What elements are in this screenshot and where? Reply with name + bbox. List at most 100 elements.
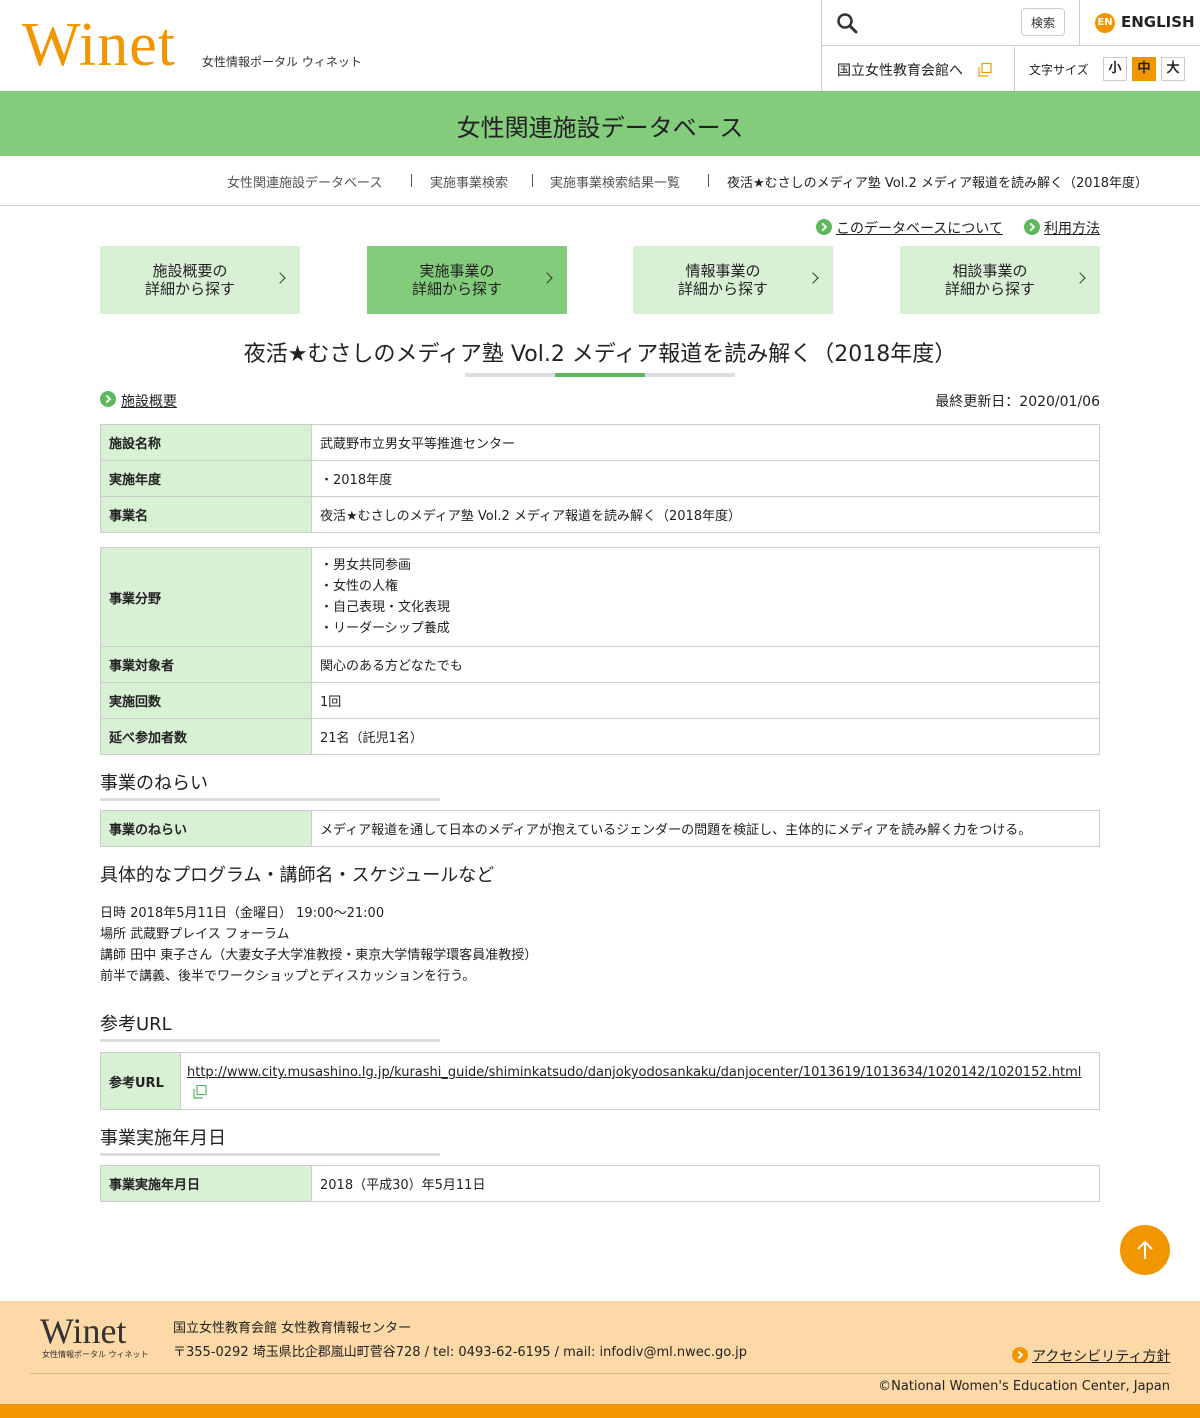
table-row: 事業のねらい メディア報道を通して日本のメディアが抱えているジェンダーの問題を検… [100,810,1100,847]
breadcrumb-item-current: 夜活★むさしのメディア塾 Vol.2 メディア報道を読み解く（2018年度） [727,176,1149,191]
program-line: 日時 2018年5月11日（金曜日） 19:00～21:00 [100,906,385,921]
search-input[interactable] [866,9,1016,37]
arrow-up-icon [1137,1240,1153,1259]
program-line: 前半で講義、後半でワークショップとディスカッションを行う。 [100,969,476,984]
program-line: 場所 武蔵野プレイス フォーラム [100,927,290,942]
facility-overview-link[interactable]: 施設概要 [121,391,177,411]
ref-url-heading: 参考URL [100,1014,172,1035]
breadcrumb: 女性関連施設データベース 実施事業検索 実施事業検索結果一覧 夜活★むさしのメデ… [0,156,1200,206]
row-label: 事業分野 [100,547,312,647]
tab-label-line1: 施設概要の [152,262,228,280]
logo-subtitle: 女性情報ポータル ウィネット [202,55,362,69]
tab-label-line2: 詳細から探す [144,280,235,298]
footer-logo-subtitle: 女性情報ポータル ウィネット [42,1350,149,1359]
row-label: 実施回数 [100,682,312,719]
row-value: メディア報道を通して日本のメディアが抱えているジェンダーの問題を検証し、主体的に… [311,810,1100,847]
footer-divider [30,1373,1170,1374]
accessibility-link[interactable]: アクセシビリティ方針 [1032,1346,1170,1366]
tab-label-line2: 詳細から探す [944,280,1035,298]
last-updated: 最終更新日：2020/01/06 [935,394,1100,410]
tab-label-line1: 実施事業の [419,262,495,280]
font-size-small-button[interactable]: 小 [1103,57,1127,81]
row-label: 参考URL [100,1052,181,1110]
back-to-top-button[interactable] [1120,1225,1170,1275]
english-link[interactable]: EN ENGLISH [1079,0,1200,46]
detail-info-table: 事業分野 ・男女共同参画 ・女性の人権 ・自己表現・文化表現 ・リーダーシップ養… [100,547,1100,755]
table-row: 実施年度 ・2018年度 [100,460,1100,497]
bullet-arrow-icon [1012,1347,1028,1363]
breadcrumb-item-database[interactable]: 女性関連施設データベース [227,172,382,191]
tab-facility-overview[interactable]: 施設概要の 詳細から探す [100,246,300,314]
external-link-icon [978,63,992,77]
row-label: 延べ参加者数 [100,718,312,755]
usage-link[interactable]: 利用方法 [1044,218,1100,238]
field-item: ・自己表現・文化表現 [320,600,451,615]
logo-wordmark: Winet [22,11,177,79]
program-line: 講師 田中 東子さん（大妻女子大学准教授・東京大学情報学環客員准教授） [100,948,538,963]
site-footer: Winet 女性情報ポータル ウィネット 国立女性教育会館 女性教育情報センター… [0,1301,1200,1418]
section-underline [100,1039,440,1042]
row-value: 関心のある方どなたでも [311,646,1100,683]
search-bar: 検索 [822,0,1079,46]
about-database-link[interactable]: このデータベースについて [836,218,1003,238]
field-item: ・男女共同参画 [320,558,412,573]
nwec-link[interactable]: 国立女性教育会館へ [822,47,1014,91]
copyright: ©National Women's Education Center, Japa… [878,1379,1170,1394]
section-underline [100,1153,440,1156]
search-button[interactable]: 検索 [1021,8,1065,36]
ref-url-table: 参考URL http://www.city.musashino.lg.jp/ku… [100,1052,1100,1110]
bullet-arrow-icon [816,219,832,235]
row-label: 実施年度 [100,460,312,497]
nwec-link-label: 国立女性教育会館へ [837,63,963,79]
table-row: 事業対象者 関心のある方どなたでも [100,646,1100,683]
bullet-arrow-icon [100,391,116,407]
date-heading: 事業実施年月日 [100,1128,226,1149]
basic-info-table: 施設名称 武蔵野市立男女平等推進センター 実施年度 ・2018年度 事業名 夜活… [100,424,1100,533]
table-row: 参考URL http://www.city.musashino.lg.jp/ku… [100,1052,1100,1110]
tab-implementation[interactable]: 実施事業の 詳細から探す [367,246,567,314]
footer-logo-wordmark[interactable]: Winet [40,1311,127,1351]
font-size-medium-button[interactable]: 中 [1132,57,1156,81]
row-value: 21名（託児1名） [311,718,1100,755]
breadcrumb-item-results[interactable]: 実施事業検索結果一覧 [550,172,680,191]
section-underline [100,798,440,801]
row-label: 事業のねらい [100,810,312,847]
table-row: 延べ参加者数 21名（託児1名） [100,718,1100,755]
row-label: 施設名称 [100,424,312,461]
footer-bottom-bar [0,1404,1200,1418]
search-icon [837,13,858,34]
tab-consultation[interactable]: 相談事業の 詳細から探す [900,246,1100,314]
table-row: 実施回数 1回 [100,682,1100,719]
breadcrumb-item-search[interactable]: 実施事業検索 [430,172,508,191]
row-value: http://www.city.musashino.lg.jp/kurashi_… [180,1052,1100,1110]
row-value: 夜活★むさしのメディア塾 Vol.2 メディア報道を読み解く（2018年度） [311,496,1100,533]
row-value-list: ・男女共同参画 ・女性の人権 ・自己表現・文化表現 ・リーダーシップ養成 [311,547,1100,647]
row-value: 1回 [311,682,1100,719]
bullet-arrow-icon [1024,219,1040,235]
row-value: ・2018年度 [311,460,1100,497]
footer-organization: 国立女性教育会館 女性教育情報センター [173,1321,412,1336]
table-row: 事業実施年月日 2018（平成30）年5月11日 [100,1165,1100,1202]
page-title: 夜活★むさしのメディア塾 Vol.2 メディア報道を読み解く（2018年度） [243,342,957,367]
row-value: 武蔵野市立男女平等推進センター [311,424,1100,461]
footer-address: 〒355-0292 埼玉県比企郡嵐山町菅谷728 / tel: 0493-62-… [173,1345,747,1360]
tab-label-line1: 相談事業の [952,262,1028,280]
table-row: 事業名 夜活★むさしのメディア塾 Vol.2 メディア報道を読み解く（2018年… [100,496,1100,533]
tab-information[interactable]: 情報事業の 詳細から探す [633,246,833,314]
row-label: 事業名 [100,496,312,533]
breadcrumb-separator [708,174,709,187]
table-row: 事業分野 ・男女共同参画 ・女性の人権 ・自己表現・文化表現 ・リーダーシップ養… [100,547,1100,647]
tab-label-line2: 詳細から探す [677,280,768,298]
reference-url-link[interactable]: http://www.city.musashino.lg.jp/kurashi_… [187,1065,1081,1080]
tab-label-line2: 詳細から探す [411,280,502,298]
font-size-large-button[interactable]: 大 [1161,57,1185,81]
field-item: ・リーダーシップ養成 [320,621,450,636]
row-label: 事業実施年月日 [100,1165,312,1202]
table-row: 施設名称 武蔵野市立男女平等推進センター [100,424,1100,461]
font-size-label: 文字サイズ [1029,63,1089,77]
aim-table: 事業のねらい メディア報道を通して日本のメディアが抱えているジェンダーの問題を検… [100,810,1100,847]
tab-label-line1: 情報事業の [685,262,761,280]
site-header: Winet 女性情報ポータル ウィネット 検索 EN ENGLISH 国立女性教… [0,0,1200,91]
aim-heading: 事業のねらい [100,773,208,794]
english-label: ENGLISH [1121,13,1195,31]
